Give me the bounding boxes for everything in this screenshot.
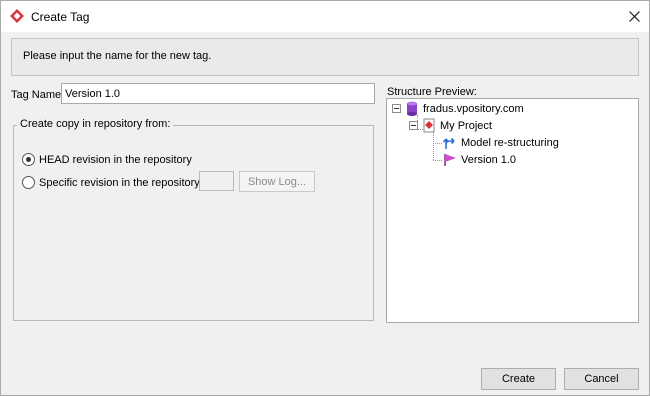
window-title: Create Tag (31, 10, 90, 24)
tag-name-label: Tag Name: (11, 89, 65, 101)
head-revision-radio[interactable] (22, 153, 35, 166)
structure-preview-tree[interactable]: fradus.vpository.com My Project Model re… (386, 98, 639, 323)
database-cylinder-icon (407, 101, 417, 116)
specific-revision-option[interactable]: Specific revision in the repository (22, 176, 200, 189)
tree-node-branch[interactable]: Model re-structuring (443, 135, 559, 150)
vp-diamond-icon (10, 9, 24, 23)
tree-connector (433, 143, 442, 144)
branch-name: Model re-structuring (461, 136, 559, 149)
collapse-toggle[interactable] (392, 104, 401, 113)
cancel-button[interactable]: Cancel (564, 368, 639, 390)
project-name: My Project (440, 119, 492, 132)
show-log-button[interactable]: Show Log... (239, 171, 315, 192)
specific-revision-label: Specific revision in the repository (39, 176, 200, 189)
close-icon (628, 10, 640, 22)
structure-preview-label: Structure Preview: (387, 86, 477, 98)
instruction-banner: Please input the name for the new tag. (11, 38, 639, 76)
revision-number-input[interactable] (199, 171, 234, 191)
tag-name-input[interactable] (61, 83, 375, 104)
copy-source-legend: Create copy in repository from: (17, 118, 174, 130)
tree-node-server[interactable]: fradus.vpository.com (392, 101, 524, 116)
close-button[interactable] (621, 4, 647, 28)
server-name: fradus.vpository.com (423, 102, 524, 115)
instruction-text: Please input the name for the new tag. (23, 50, 212, 62)
create-tag-dialog: Create Tag Please input the name for the… (0, 0, 650, 396)
collapse-toggle[interactable] (409, 121, 418, 130)
tree-connector (433, 160, 442, 161)
specific-revision-radio[interactable] (22, 176, 35, 189)
project-icon (423, 118, 435, 133)
title-bar: Create Tag (1, 1, 649, 32)
tree-connector (433, 133, 434, 160)
head-revision-label: HEAD revision in the repository (39, 153, 192, 166)
create-button[interactable]: Create (481, 368, 556, 390)
tag-name-preview: Version 1.0 (461, 153, 517, 166)
tree-node-tag[interactable]: Version 1.0 (443, 152, 516, 167)
branch-arrow-icon (443, 137, 455, 149)
tree-node-project[interactable]: My Project (409, 118, 492, 133)
head-revision-option[interactable]: HEAD revision in the repository (22, 153, 192, 166)
tag-flag-icon (444, 154, 456, 166)
